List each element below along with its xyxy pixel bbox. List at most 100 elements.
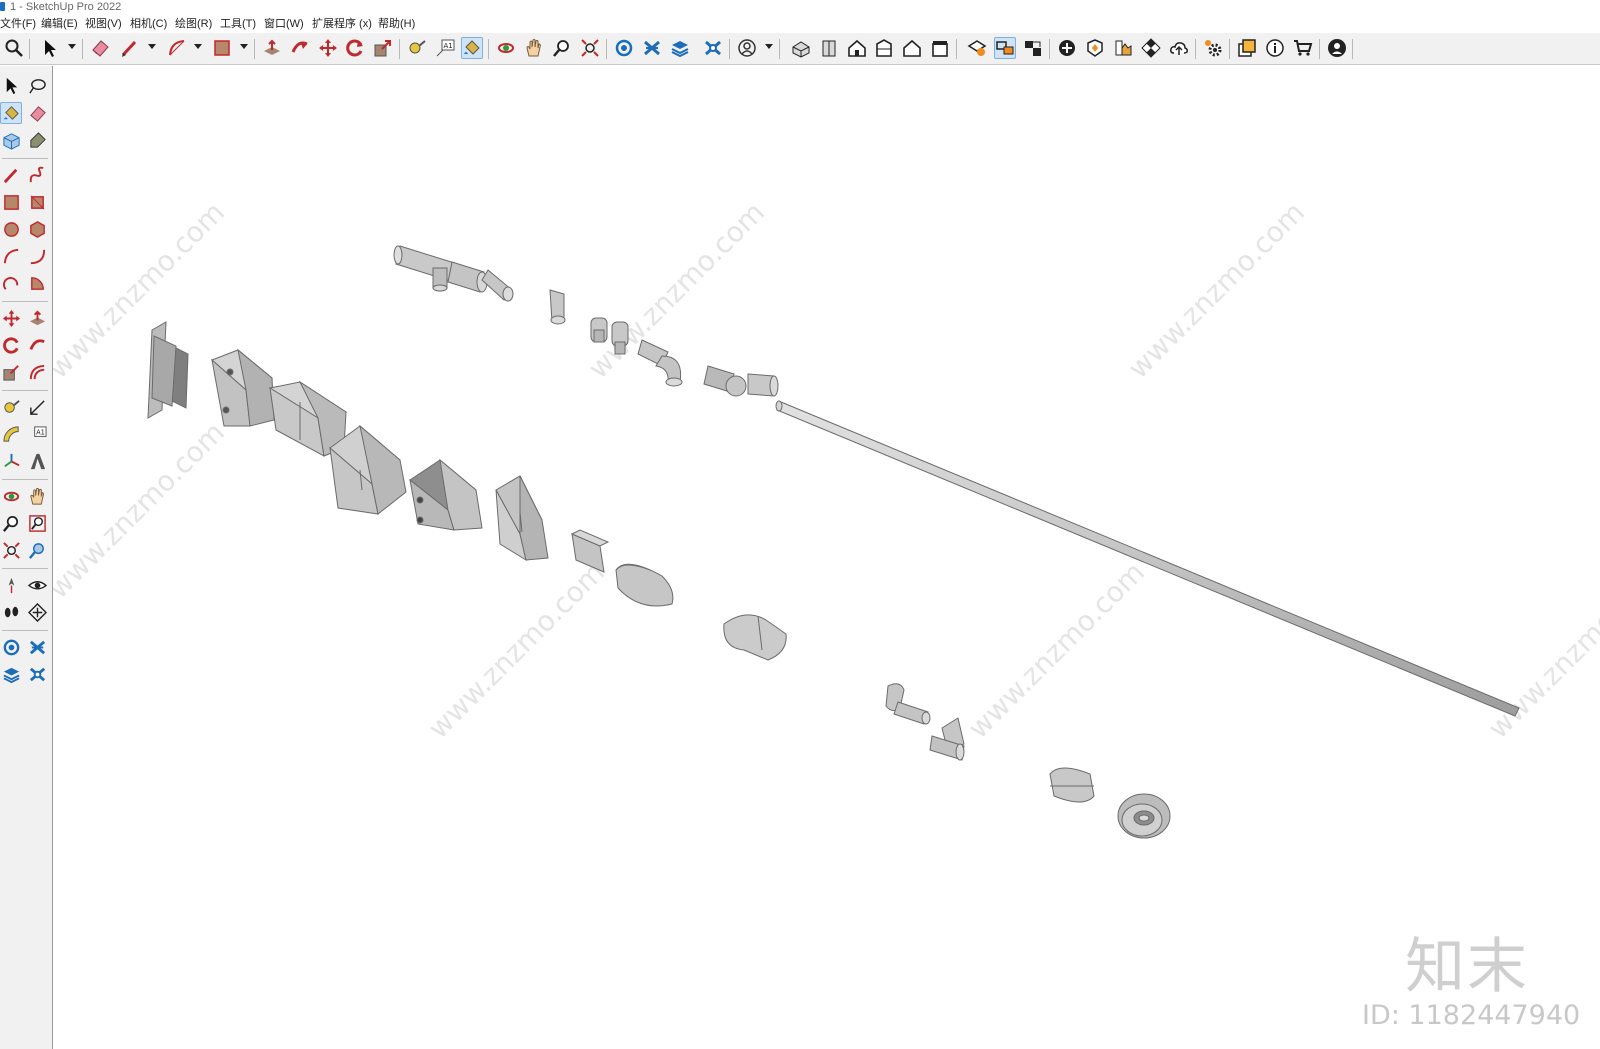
layers-icon[interactable] <box>669 37 691 59</box>
push-pull-icon[interactable] <box>26 307 48 329</box>
previous-view-icon[interactable] <box>26 539 48 561</box>
round-standoff-fitting[interactable] <box>1117 793 1171 839</box>
add-location-icon[interactable] <box>1056 37 1078 59</box>
glass-clamp-oval[interactable] <box>615 563 674 607</box>
ball-joint-connector[interactable] <box>703 365 779 397</box>
rotate-icon[interactable] <box>0 334 22 356</box>
rotated-rectangle-icon[interactable] <box>26 191 48 213</box>
tag-tool-icon[interactable] <box>26 129 48 151</box>
pie-icon[interactable] <box>26 272 48 294</box>
section-plane-icon[interactable] <box>26 601 48 623</box>
glass-hinge-5[interactable] <box>409 458 483 531</box>
tee-connector[interactable] <box>393 245 488 293</box>
select-arrow-icon[interactable] <box>39 37 61 59</box>
glass-hinge-1[interactable] <box>147 321 189 419</box>
warehouse-icon[interactable] <box>613 37 635 59</box>
terrain-icon[interactable] <box>1112 37 1134 59</box>
shape-dropdown-icon[interactable] <box>240 44 248 49</box>
model-canvas[interactable]: www.znzmo.com www.znzmo.com www.znzmo.co… <box>53 66 1600 1049</box>
menu-tools[interactable]: 工具(T) <box>220 16 256 33</box>
menu-view[interactable]: 视图(V) <box>85 16 122 33</box>
pencil-line-icon[interactable] <box>0 164 22 186</box>
rotate-icon[interactable] <box>344 37 366 59</box>
axes-icon[interactable] <box>0 450 22 472</box>
menu-window[interactable]: 窗口(W) <box>264 16 304 33</box>
three-point-arc-icon[interactable] <box>0 272 22 294</box>
extension-settings-icon[interactable] <box>1202 37 1224 59</box>
dimension-icon[interactable] <box>26 396 48 418</box>
pan-hand-icon[interactable] <box>523 37 545 59</box>
glass-hinge-4[interactable] <box>329 424 407 515</box>
position-camera-icon[interactable] <box>0 574 22 596</box>
small-elbow-connector-1[interactable] <box>885 683 931 725</box>
photo-textures-icon[interactable] <box>1140 37 1162 59</box>
move-icon[interactable] <box>0 307 22 329</box>
eraser-icon[interactable] <box>26 102 48 124</box>
left-view-icon[interactable] <box>929 37 951 59</box>
paint-bucket-icon[interactable] <box>0 102 22 124</box>
tape-measure-icon[interactable] <box>406 37 428 59</box>
oval-clamp[interactable] <box>1049 767 1095 803</box>
push-pull-icon[interactable] <box>261 37 283 59</box>
end-cap[interactable] <box>549 289 566 325</box>
walk-footprints-icon[interactable] <box>0 601 22 623</box>
eraser-icon[interactable] <box>89 37 111 59</box>
offset-icon[interactable] <box>26 361 48 383</box>
polygon-icon[interactable] <box>26 218 48 240</box>
top-view-icon[interactable] <box>818 37 840 59</box>
extension-manager-icon[interactable] <box>26 663 48 685</box>
tape-measure-icon[interactable] <box>0 396 22 418</box>
3d-text-icon[interactable] <box>26 450 48 472</box>
look-around-eye-icon[interactable] <box>26 574 48 596</box>
account-dropdown-icon[interactable] <box>765 44 773 49</box>
layout-send-icon[interactable] <box>1236 37 1258 59</box>
select-dropdown-icon[interactable] <box>68 44 76 49</box>
small-elbow-connector-2[interactable] <box>929 717 965 761</box>
menu-help[interactable]: 帮助(H) <box>378 16 415 33</box>
scale-icon[interactable] <box>0 361 22 383</box>
lasso-select-icon[interactable] <box>26 74 48 96</box>
info-icon[interactable] <box>1264 37 1286 59</box>
menu-file[interactable]: 文件(F) <box>0 16 36 33</box>
warehouse-icon[interactable] <box>0 636 22 658</box>
two-point-arc-icon[interactable] <box>26 245 48 267</box>
front-view-icon[interactable] <box>846 37 868 59</box>
search-icon[interactable] <box>3 37 25 59</box>
pan-hand-icon[interactable] <box>26 485 48 507</box>
cloud-upload-icon[interactable] <box>1168 37 1190 59</box>
zoom-window-icon[interactable] <box>26 512 48 534</box>
rectangle-icon[interactable] <box>0 191 22 213</box>
display-section-fill-icon[interactable] <box>1022 37 1044 59</box>
long-rod[interactable] <box>776 401 1520 717</box>
extension-warehouse-icon[interactable] <box>641 37 663 59</box>
menu-camera[interactable]: 相机(C) <box>130 16 167 33</box>
orbit-icon[interactable] <box>0 485 22 507</box>
layers-icon[interactable] <box>0 663 22 685</box>
extension-warehouse-icon[interactable] <box>26 636 48 658</box>
orbit-icon[interactable] <box>495 37 517 59</box>
select-arrow-icon[interactable] <box>0 74 22 96</box>
model-viewport[interactable]: www.znzmo.com www.znzmo.com www.znzmo.co… <box>53 66 1600 1049</box>
user-account-icon[interactable] <box>736 37 758 59</box>
back-view-icon[interactable] <box>901 37 923 59</box>
section-plane-icon[interactable] <box>966 37 988 59</box>
pencil-line-icon[interactable] <box>119 37 141 59</box>
corner-glass-clamp[interactable] <box>723 614 787 661</box>
menu-edit[interactable]: 编辑(E) <box>41 16 78 33</box>
extension-manager-icon[interactable] <box>702 37 724 59</box>
display-section-cuts-icon[interactable] <box>994 37 1016 59</box>
profile-icon[interactable] <box>1326 37 1348 59</box>
freehand-icon[interactable] <box>26 164 48 186</box>
component-icon[interactable] <box>0 129 22 151</box>
glass-hinge-6[interactable] <box>495 475 549 562</box>
zoom-extents-icon[interactable] <box>0 539 22 561</box>
line-dropdown-icon[interactable] <box>148 44 156 49</box>
arc-dropdown-icon[interactable] <box>194 44 202 49</box>
zoom-icon[interactable] <box>0 512 22 534</box>
text-label-icon[interactable]: A1 <box>26 423 48 445</box>
rectangle-icon[interactable] <box>211 37 233 59</box>
arc-icon[interactable] <box>0 245 22 267</box>
right-view-icon[interactable] <box>873 37 895 59</box>
arc-icon[interactable] <box>166 37 188 59</box>
menu-extensions[interactable]: 扩展程序 (x) <box>312 16 372 33</box>
